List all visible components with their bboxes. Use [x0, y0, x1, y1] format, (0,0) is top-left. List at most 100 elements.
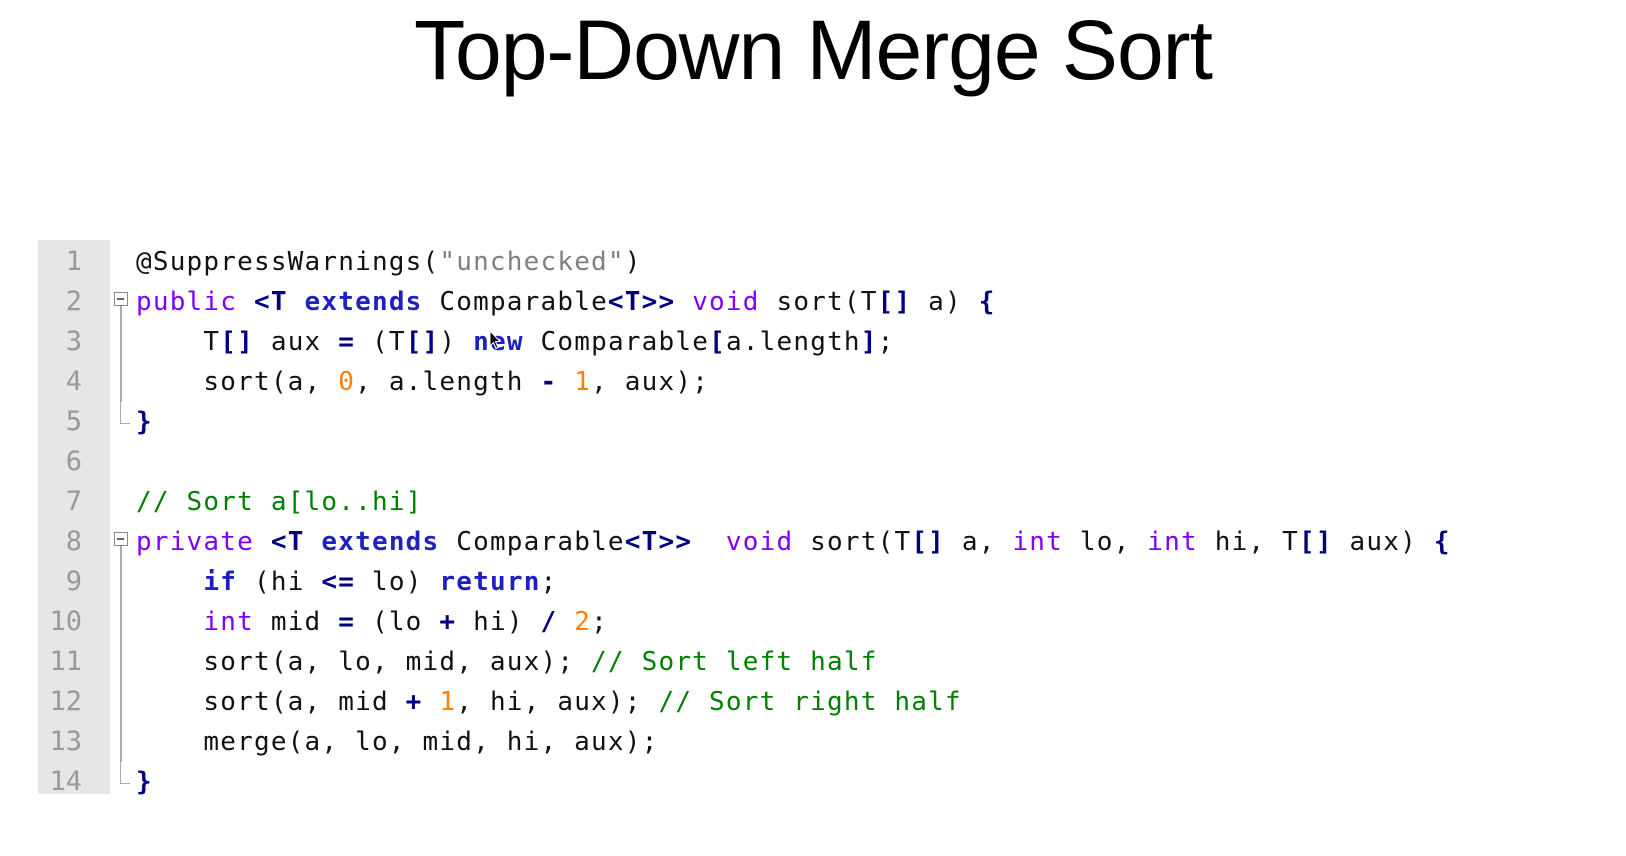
code-token: 2 — [574, 607, 592, 637]
code-editor[interactable]: 1 @SuppressWarnings("unchecked") 2 public <… — [38, 240, 1598, 797]
code-token: hi, T — [1197, 527, 1299, 557]
code-token: mid — [253, 607, 339, 637]
code-token: (lo — [355, 607, 440, 637]
fold-end-guide — [114, 402, 134, 442]
code-line: 7 // Sort a[lo..hi] — [38, 482, 1598, 522]
code-token: <= — [321, 567, 356, 597]
code-token: { — [978, 287, 996, 317]
line-number: 6 — [65, 446, 82, 477]
code-token: extends — [304, 287, 423, 317]
slide: Top-Down Merge Sort 1 @SuppressWarnings("… — [0, 0, 1626, 856]
code-token: [] — [220, 327, 254, 357]
line-number: 1 — [65, 246, 82, 277]
code-text: sort(a, mid + 1, hi, aux); // Sort right… — [136, 682, 962, 722]
code-line: 3 T[] aux = (T[]) new Comparable[a.lengt… — [38, 322, 1598, 362]
code-token: + — [439, 607, 457, 637]
code-token: sort(a, lo, mid, aux); — [136, 647, 592, 677]
code-token: a) — [911, 287, 979, 317]
line-number: 5 — [65, 406, 82, 437]
code-token: aux) — [1332, 527, 1434, 557]
code-text: } — [136, 402, 153, 442]
code-token: 1 — [439, 687, 457, 717]
code-line: 6 — [38, 442, 1598, 482]
code-token: @SuppressWarnings( — [136, 247, 440, 277]
fold-guide — [114, 682, 134, 722]
code-token: + — [405, 687, 423, 717]
fold-toggle-icon[interactable] — [114, 282, 134, 322]
code-line: 13 merge(a, lo, mid, hi, aux); — [38, 722, 1598, 762]
code-line: 1 @SuppressWarnings("unchecked") — [38, 242, 1598, 282]
code-token: [] — [405, 327, 440, 357]
code-token: / — [540, 607, 558, 637]
code-token: lo) — [355, 567, 440, 597]
code-token: <T>> — [624, 527, 693, 557]
code-token: } — [136, 767, 153, 797]
code-token: <T — [237, 287, 305, 317]
fold-guide — [114, 602, 134, 642]
code-line: 12 sort(a, mid + 1, hi, aux); // Sort ri… — [38, 682, 1598, 722]
line-number: 10 — [49, 606, 82, 637]
line-number: 3 — [65, 326, 82, 357]
fold-end-guide — [114, 762, 134, 802]
code-token: sort(a, mid — [136, 687, 406, 717]
line-number: 8 — [65, 526, 82, 557]
code-token: (T — [355, 327, 406, 357]
code-token: (hi — [237, 567, 322, 597]
code-token: // Sort right half — [658, 687, 962, 717]
line-number: 13 — [49, 726, 82, 757]
code-token: = — [338, 327, 356, 357]
code-token: ] — [860, 327, 878, 357]
code-token: ; — [591, 607, 608, 637]
code-token: merge(a, lo, mid, hi, aux); — [136, 727, 659, 757]
code-token: // Sort left half — [591, 647, 878, 677]
fold-empty — [114, 442, 134, 482]
code-text: merge(a, lo, mid, hi, aux); — [136, 722, 658, 762]
code-line: 8 private <T extends Comparable<T>> void … — [38, 522, 1598, 562]
code-text: T[] aux = (T[]) new Comparable[a.length]… — [136, 322, 895, 362]
code-token: [] — [1298, 527, 1333, 557]
code-token: return — [439, 567, 541, 597]
code-text: if (hi <= lo) return; — [136, 562, 557, 602]
fold-empty — [114, 242, 134, 282]
code-token: "unchecked" — [439, 247, 625, 277]
line-number: 4 — [65, 366, 82, 397]
code-token: , hi, aux); — [456, 687, 659, 717]
code-line: 5} — [38, 402, 1598, 442]
code-line: 11 sort(a, lo, mid, aux); // Sort left h… — [38, 642, 1598, 682]
code-text: public <T extends Comparable<T>> void so… — [136, 282, 996, 322]
code-token: [ — [709, 327, 726, 357]
code-token: public — [136, 287, 238, 317]
code-token: = — [338, 607, 356, 637]
code-token: if — [203, 567, 238, 597]
code-token: ) — [624, 247, 642, 277]
line-number: 7 — [65, 486, 82, 517]
fold-guide — [114, 562, 134, 602]
code-token: <T>> — [607, 287, 676, 317]
code-token: ; — [540, 567, 558, 597]
code-text: } — [136, 762, 153, 802]
code-token: } — [136, 407, 153, 437]
code-token: ) — [439, 327, 474, 357]
line-number: 9 — [65, 566, 82, 597]
code-token: , a.length — [355, 367, 541, 397]
code-token: sort(T — [759, 287, 878, 317]
line-number: 14 — [49, 766, 82, 797]
line-number: 2 — [65, 286, 82, 317]
code-token: 0 — [338, 367, 356, 397]
code-line: 4 sort(a, 0, a.length - 1, aux); — [38, 362, 1598, 402]
code-token: T — [136, 327, 221, 357]
code-token: a, — [945, 527, 1013, 557]
code-text: int mid = (lo + hi) / 2; — [136, 602, 608, 642]
fold-guide — [114, 722, 134, 762]
code-text: private <T extends Comparable<T>> void s… — [136, 522, 1451, 562]
fold-toggle-icon[interactable] — [114, 522, 134, 562]
fold-empty — [114, 482, 134, 522]
fold-guide — [114, 642, 134, 682]
code-token: aux — [254, 327, 339, 357]
code-token: - — [540, 367, 558, 397]
code-token: void — [675, 287, 760, 317]
